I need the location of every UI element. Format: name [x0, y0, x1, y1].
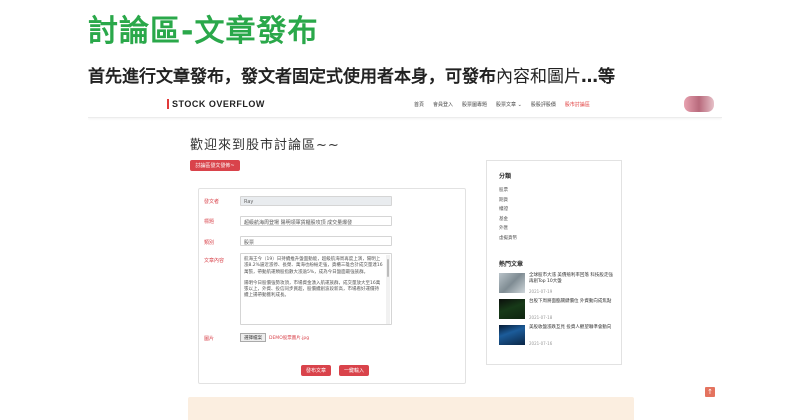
navbar: STOCK OVERFLOW 首頁 會員登入 股票圖專題 股票文章 ⌄ 股股評股… — [88, 92, 722, 118]
sidebar: 分類 股票 期貨 權證 基金 外匯 虛擬貨幣 熱門文章 全球股市大漲 美債殖利率… — [486, 160, 622, 365]
popular-post[interactable]: 美股收盤漲跌互見 投資人觀望聯準會動向 2021-07-16 — [499, 325, 617, 351]
page-title: 歡迎來到股市討論區~~ — [190, 138, 340, 153]
author-field: Ray — [240, 196, 392, 206]
nav-item-forum[interactable]: 股市討論區 — [565, 101, 590, 108]
nav-item-login[interactable]: 會員登入 — [433, 101, 453, 108]
content-textarea[interactable]: 航海王今（19）日持續推升盤面動能，超級航海周再度上演，陽明上漲8.2%逼近漲停… — [240, 253, 392, 325]
nav-item-home[interactable]: 首頁 — [414, 101, 424, 108]
popular-title: 熱門文章 — [499, 261, 524, 268]
image-label: 圖片 — [204, 336, 215, 342]
post-thumbnail[interactable] — [499, 273, 525, 293]
content-paragraph-1: 航海王今（19）日持續推升盤面動能，超級航海周再度上演，陽明上漲8.2%逼近漲停… — [244, 257, 383, 275]
content-label: 文章內容 — [204, 258, 225, 264]
title-label: 標題 — [204, 219, 215, 225]
slide-title: 討論區-文章發布 — [88, 14, 319, 49]
subtitle-end: …等 — [581, 67, 615, 87]
avatar[interactable] — [684, 96, 714, 112]
nav-item-charts[interactable]: 股票圖專題 — [462, 101, 487, 108]
post-thumbnail[interactable] — [499, 325, 525, 345]
category-item[interactable]: 基金 — [499, 215, 517, 225]
categories-title: 分類 — [499, 173, 512, 180]
website-screenshot: STOCK OVERFLOW 首頁 會員登入 股票圖專題 股票文章 ⌄ 股股評股… — [88, 92, 722, 420]
post-date: 2021-07-16 — [529, 341, 553, 346]
post-date: 2021-07-18 — [529, 315, 553, 320]
post-thumbnail[interactable] — [499, 299, 525, 319]
popular-post[interactable]: 全球股市大漲 美債殖利率回落 科技股走強再創Top 10大盤 2021-07-1… — [499, 273, 617, 299]
nav-item-articles[interactable]: 股票文章 ⌄ — [496, 101, 522, 108]
post-date: 2021-07-19 — [529, 289, 553, 294]
brand-logo[interactable]: STOCK OVERFLOW — [167, 99, 265, 109]
category-list: 股票 期貨 權證 基金 外匯 虛擬貨幣 — [499, 186, 517, 244]
back-to-top-button[interactable]: ↑ — [705, 387, 715, 397]
textarea-scrollbar[interactable] — [386, 255, 390, 324]
category-item[interactable]: 股票 — [499, 186, 517, 196]
category-item[interactable]: 權證 — [499, 205, 517, 215]
forum-list-button[interactable]: 討論區發文發佈~ — [190, 160, 240, 171]
post-title[interactable]: 美股收盤漲跌互見 投資人觀望聯準會動向 — [529, 325, 617, 331]
category-input[interactable]: 股票 — [240, 236, 392, 246]
content-paragraph-2: 陽明今日股價強勢攻頂，市場資金湧入航運族群，成交量放大至16萬張以上，外資、投信… — [244, 280, 381, 299]
autofill-button[interactable]: 一鍵輸入 — [339, 365, 369, 376]
category-item[interactable]: 虛擬貨幣 — [499, 234, 517, 244]
nav-menu: 首頁 會員登入 股票圖專題 股票文章 ⌄ 股股評股價 股市討論區 — [414, 101, 590, 108]
category-item[interactable]: 外匯 — [499, 224, 517, 234]
popular-post[interactable]: 台股下周將面臨關鍵價位 外資動向成焦點 2021-07-18 — [499, 299, 617, 325]
post-form: 發文者 Ray 標題 超級航海周登場 陽明領軍貨櫃股攻頂 成交量爆發 類別 股票… — [198, 188, 466, 384]
category-item[interactable]: 期貨 — [499, 196, 517, 206]
title-input[interactable]: 超級航海周登場 陽明領軍貨櫃股攻頂 成交量爆發 — [240, 216, 392, 226]
post-title[interactable]: 台股下周將面臨關鍵價位 外資動向成焦點 — [529, 299, 617, 305]
author-label: 發文者 — [204, 199, 220, 205]
file-name: DEMO股票圖片.jpg — [269, 336, 310, 341]
nav-item-prices[interactable]: 股股評股價 — [531, 101, 556, 108]
subtitle-bold: 首先進行文章發布，發文者固定式使用者本身，可發布 — [88, 67, 496, 87]
post-title[interactable]: 全球股市大漲 美債殖利率回落 科技股走強再創Top 10大盤 — [529, 273, 617, 285]
choose-file-button[interactable]: 選擇檔案 — [240, 333, 266, 342]
footer-panel — [188, 397, 634, 420]
submit-button[interactable]: 發布文章 — [301, 365, 331, 376]
subtitle-light: 內容和圖片 — [496, 67, 581, 87]
slide-subtitle: 首先進行文章發布，發文者固定式使用者本身，可發布內容和圖片…等 — [88, 62, 615, 87]
category-label: 類別 — [204, 240, 215, 246]
